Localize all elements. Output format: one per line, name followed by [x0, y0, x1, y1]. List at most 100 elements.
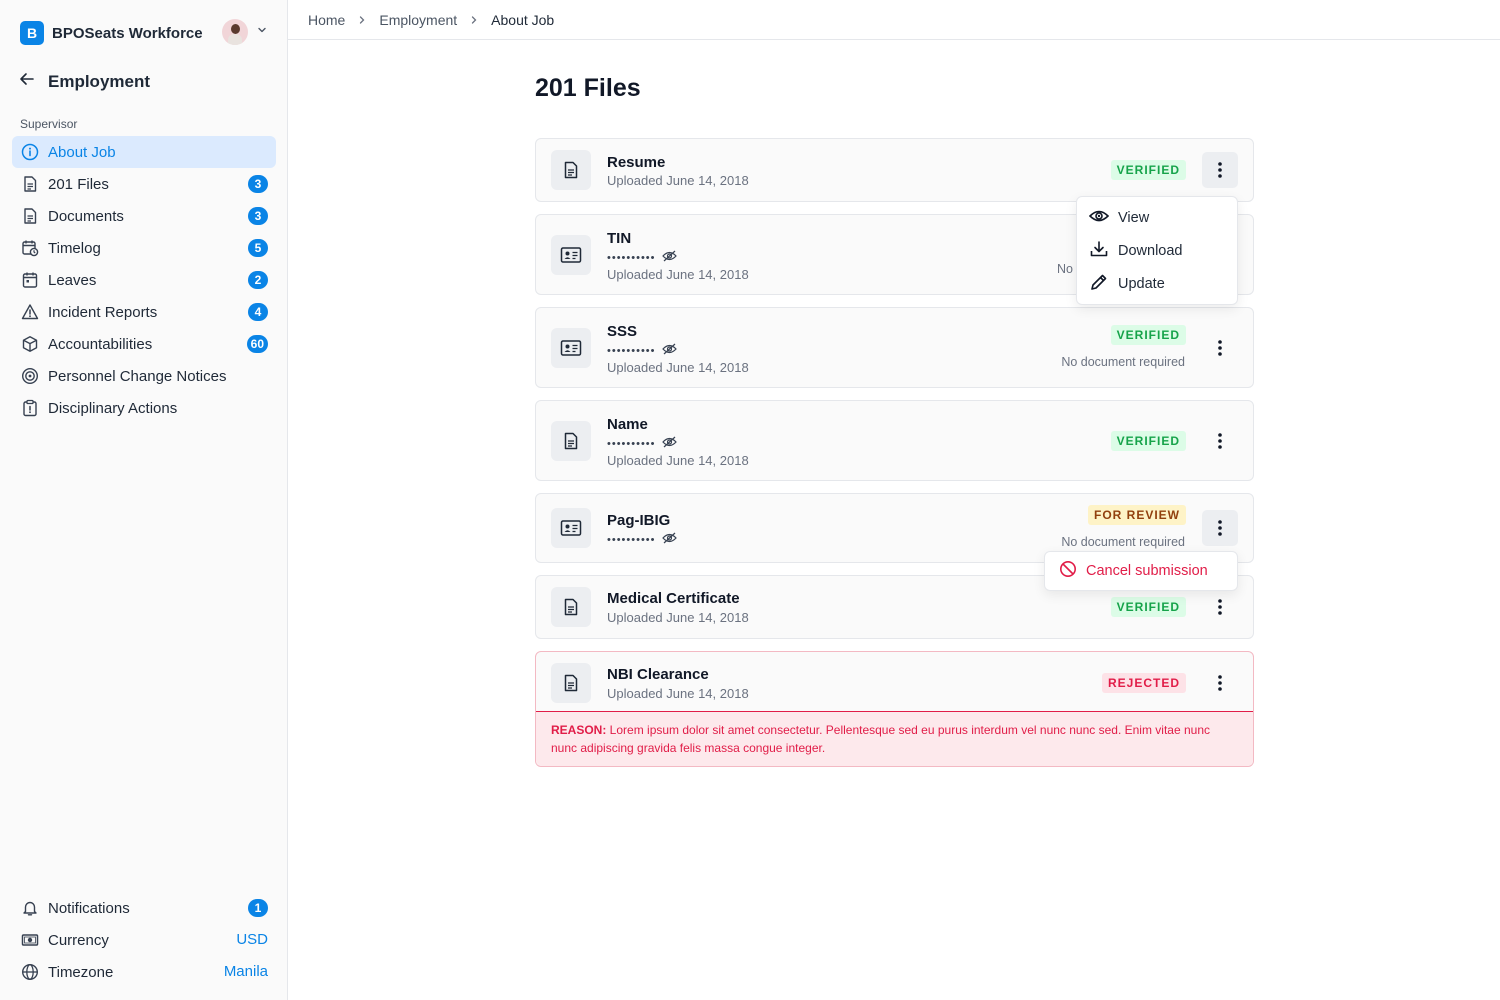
breadcrumb-employment[interactable]: Employment — [379, 12, 457, 28]
notifications-label: Notifications — [48, 899, 130, 917]
download-icon — [1089, 240, 1109, 262]
info-icon — [20, 142, 40, 162]
status-badge: REJECTED — [1101, 673, 1186, 693]
kebab-icon — [1218, 340, 1222, 356]
file-name: Medical Certificate — [607, 590, 740, 607]
more-actions-button[interactable] — [1202, 330, 1238, 366]
count-badge: 1 — [248, 899, 268, 917]
file-name: Pag-IBIG — [607, 512, 671, 529]
file-card-nbi-clearance: NBI Clearance Uploaded June 14, 2018 REJ… — [535, 651, 1254, 767]
eye-off-icon[interactable] — [661, 343, 677, 358]
chevron-right-icon — [469, 15, 479, 25]
document-icon — [20, 174, 40, 194]
count-badge: 3 — [248, 175, 268, 193]
pencil-icon — [1089, 273, 1109, 295]
file-card-resume: Resume Uploaded June 14, 2018 VERIFIED — [535, 138, 1254, 202]
sidebar-item-personnel-change-notices[interactable]: Personnel Change Notices — [12, 360, 276, 392]
more-actions-button[interactable] — [1202, 152, 1238, 188]
more-actions-button[interactable] — [1202, 423, 1238, 459]
document-icon — [551, 150, 591, 190]
eye-off-icon[interactable] — [661, 532, 677, 547]
status-badge: VERIFIED — [1110, 597, 1186, 617]
masked-value: •••••••••• — [607, 343, 677, 358]
file-date: Uploaded June 14, 2018 — [607, 610, 749, 625]
timezone-item[interactable]: Timezone Manila — [12, 956, 276, 988]
document-icon — [20, 206, 40, 226]
eye-icon — [1088, 209, 1110, 227]
sidebar-item-label: Accountabilities — [48, 335, 153, 353]
file-card-name: Name •••••••••• Uploaded June 14, 2018 V… — [535, 400, 1254, 481]
status-badge: FOR REVIEW — [1087, 505, 1186, 525]
clipboard-alert-icon — [20, 398, 40, 418]
kebab-icon — [1218, 599, 1222, 615]
id-card-icon — [551, 508, 591, 548]
chevron-right-icon — [357, 15, 367, 25]
notifications-item[interactable]: Notifications 1 — [12, 892, 276, 924]
document-icon — [551, 421, 591, 461]
warning-icon — [20, 302, 40, 322]
more-actions-button[interactable] — [1202, 589, 1238, 625]
currency-item[interactable]: Currency USD — [12, 924, 276, 956]
rejection-reason: REASON: Lorem ipsum dolor sit amet conse… — [536, 711, 1253, 766]
reason-text: Lorem ipsum dolor sit amet consectetur. … — [551, 723, 1211, 755]
count-badge: 3 — [248, 207, 268, 225]
masked-text: •••••••••• — [607, 344, 656, 357]
breadcrumb-home[interactable]: Home — [308, 12, 345, 28]
sidebar-item-label: Disciplinary Actions — [48, 399, 178, 417]
document-icon — [551, 663, 591, 703]
masked-text: •••••••••• — [607, 437, 656, 450]
timezone-label: Timezone — [48, 963, 114, 981]
sidebar: B BPOSeats Workforce Employment Supervis… — [0, 0, 288, 1000]
chevron-down-icon — [256, 23, 268, 41]
menu-item-update[interactable]: Update — [1077, 267, 1237, 300]
id-card-icon — [551, 235, 591, 275]
globe-icon — [20, 962, 40, 982]
file-note: No — [1057, 262, 1073, 276]
id-card-icon — [551, 328, 591, 368]
brand-name: BPOSeats Workforce — [52, 24, 203, 42]
currency-value: USD — [236, 931, 268, 948]
sidebar-item-accountabilities[interactable]: Accountabilities 60 — [12, 328, 276, 360]
reason-label: REASON: — [551, 723, 607, 737]
sidebar-item-leaves[interactable]: Leaves 2 — [12, 264, 276, 296]
more-actions-button[interactable] — [1202, 510, 1238, 546]
back-button[interactable]: Employment — [18, 70, 150, 93]
box-icon — [20, 334, 40, 354]
kebab-icon — [1218, 520, 1222, 536]
file-name: TIN — [607, 230, 632, 247]
sidebar-item-201-files[interactable]: 201 Files 3 — [12, 168, 276, 200]
brand[interactable]: B BPOSeats Workforce — [20, 20, 203, 46]
eye-off-icon[interactable] — [661, 436, 677, 451]
kebab-icon — [1218, 433, 1222, 449]
file-name: Resume — [607, 154, 666, 171]
status-badge: VERIFIED — [1110, 325, 1186, 345]
menu-item-cancel-submission[interactable]: Cancel submission — [1045, 554, 1237, 588]
file-date: Uploaded June 14, 2018 — [607, 360, 749, 375]
menu-item-label: Download — [1118, 242, 1183, 259]
sidebar-item-label: Incident Reports — [48, 303, 158, 321]
menu-item-view[interactable]: View — [1077, 201, 1237, 234]
sidebar-item-incident-reports[interactable]: Incident Reports 4 — [12, 296, 276, 328]
sidebar-item-label: Timelog — [48, 239, 101, 257]
sidebar-item-about-job[interactable]: About Job — [12, 136, 276, 168]
more-actions-button[interactable] — [1202, 665, 1238, 701]
file-note: No document required — [1061, 355, 1185, 369]
sidebar-bottom: Notifications 1 Currency USD Timezone Ma… — [12, 892, 276, 988]
sidebar-item-disciplinary-actions[interactable]: Disciplinary Actions — [12, 392, 276, 424]
sidebar-item-timelog[interactable]: Timelog 5 — [12, 232, 276, 264]
bell-icon — [20, 898, 40, 918]
page-title: 201 Files — [535, 74, 641, 102]
sidebar-item-label: About Job — [48, 143, 116, 161]
count-badge: 4 — [248, 303, 268, 321]
masked-value: •••••••••• — [607, 436, 677, 451]
file-name: NBI Clearance — [607, 666, 709, 683]
file-date: Uploaded June 14, 2018 — [607, 686, 749, 701]
user-menu-button[interactable] — [222, 19, 268, 45]
section-title: Employment — [48, 71, 151, 91]
menu-item-label: Cancel submission — [1086, 563, 1208, 579]
eye-off-icon[interactable] — [661, 250, 677, 265]
count-badge: 60 — [246, 335, 268, 353]
menu-item-download[interactable]: Download — [1077, 234, 1237, 267]
status-badge: VERIFIED — [1110, 160, 1186, 180]
sidebar-item-documents[interactable]: Documents 3 — [12, 200, 276, 232]
